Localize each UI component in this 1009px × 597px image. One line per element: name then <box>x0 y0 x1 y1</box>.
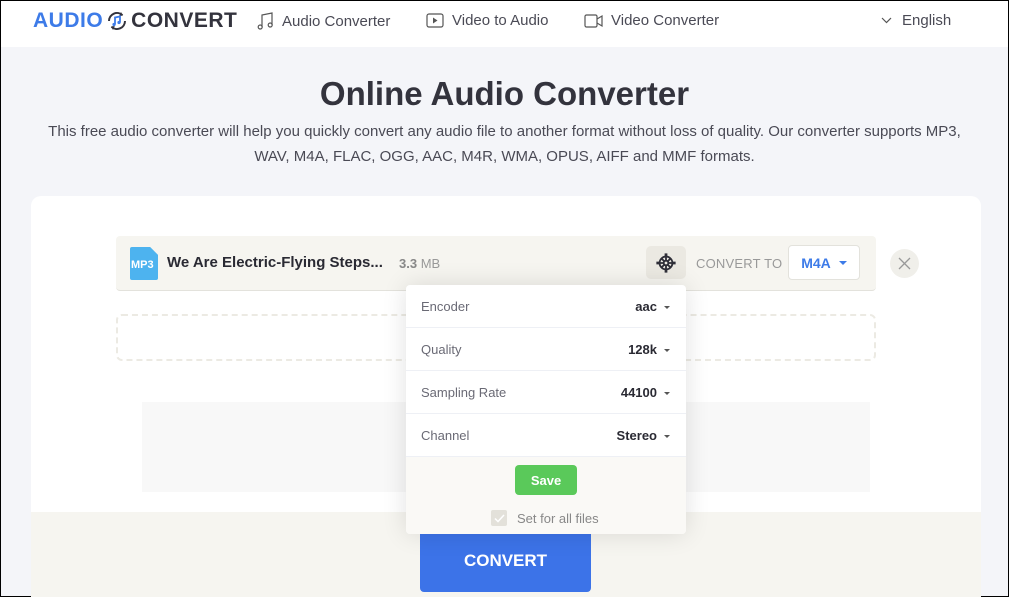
setting-quality[interactable]: Quality 128k <box>406 328 686 371</box>
language-selector[interactable]: English <box>881 12 951 29</box>
set-for-all-label: Set for all files <box>517 510 599 526</box>
setting-value-select[interactable]: aac <box>635 299 670 314</box>
logo-text-audio: AUDIO <box>33 9 104 32</box>
play-box-icon <box>426 13 444 28</box>
music-note-icon <box>257 12 273 30</box>
setting-label: Sampling Rate <box>421 384 507 400</box>
caret-down-icon <box>664 391 670 395</box>
caret-down-icon <box>838 260 847 265</box>
setting-value: 128k <box>628 341 657 357</box>
settings-popup-footer: Save Set for all files <box>406 457 686 534</box>
nav-label: Video to Audio <box>452 12 549 29</box>
setting-value-select[interactable]: 44100 <box>621 385 670 400</box>
file-size-unit: MB <box>420 256 441 271</box>
set-for-all-files-option[interactable]: Set for all files <box>491 510 599 526</box>
caret-down-icon <box>664 348 670 352</box>
target-format-value: M4A <box>801 254 831 271</box>
save-button[interactable]: Save <box>515 465 577 495</box>
top-navbar: AUDIO CONVERT Audio Converter Video to A… <box>1 1 1008 47</box>
setting-label: Channel <box>421 427 470 443</box>
remove-file-button[interactable] <box>890 249 919 278</box>
setting-label: Quality <box>421 341 462 357</box>
setting-value-select[interactable]: 128k <box>628 342 670 357</box>
caret-down-icon <box>664 434 670 438</box>
setting-channel[interactable]: Channel Stereo <box>406 414 686 457</box>
language-label: English <box>902 12 952 29</box>
sync-music-icon <box>108 12 127 30</box>
file-type-badge: MP3 <box>131 259 154 271</box>
file-type-icon: MP3 <box>130 247 158 280</box>
page-description: This free audio converter will help you … <box>48 123 961 165</box>
caret-down-icon <box>664 305 670 309</box>
nav-audio-converter[interactable]: Audio Converter <box>257 12 390 30</box>
setting-value: aac <box>635 298 657 314</box>
file-size-value: 3.3 <box>399 256 418 271</box>
close-icon <box>898 257 911 270</box>
set-for-all-checkbox[interactable] <box>491 510 507 526</box>
settings-popup: Encoder aac Quality 128k Sampling Rate 4… <box>406 285 686 534</box>
setting-label: Encoder <box>421 298 470 314</box>
target-format-select[interactable]: M4A <box>788 245 860 280</box>
nav-video-to-audio[interactable]: Video to Audio <box>426 12 548 29</box>
nav-label: Video Converter <box>611 12 720 29</box>
file-name: We Are Electric-Flying Steps... <box>167 254 383 271</box>
logo[interactable]: AUDIO CONVERT <box>33 9 237 33</box>
setting-value: 44100 <box>620 384 657 400</box>
setting-sampling-rate[interactable]: Sampling Rate 44100 <box>406 371 686 414</box>
nav-label: Audio Converter <box>282 12 391 30</box>
setting-value: Stereo <box>616 427 657 443</box>
setting-value-select[interactable]: Stereo <box>617 428 670 443</box>
file-size: 3.3 MB <box>399 256 440 271</box>
video-camera-icon <box>584 13 603 28</box>
checkmark-icon <box>493 513 505 523</box>
page-title: Online Audio Converter <box>319 75 690 112</box>
setting-encoder[interactable]: Encoder aac <box>406 285 686 328</box>
file-row: MP3 We Are Electric-Flying Steps... 3.3 … <box>116 236 876 291</box>
gear-icon <box>656 252 676 273</box>
settings-button[interactable] <box>646 246 686 279</box>
logo-text-convert: CONVERT <box>131 9 238 32</box>
chevron-down-icon <box>881 17 892 24</box>
convert-to-label: CONVERT TO <box>696 256 783 271</box>
nav-video-converter[interactable]: Video Converter <box>584 12 719 29</box>
